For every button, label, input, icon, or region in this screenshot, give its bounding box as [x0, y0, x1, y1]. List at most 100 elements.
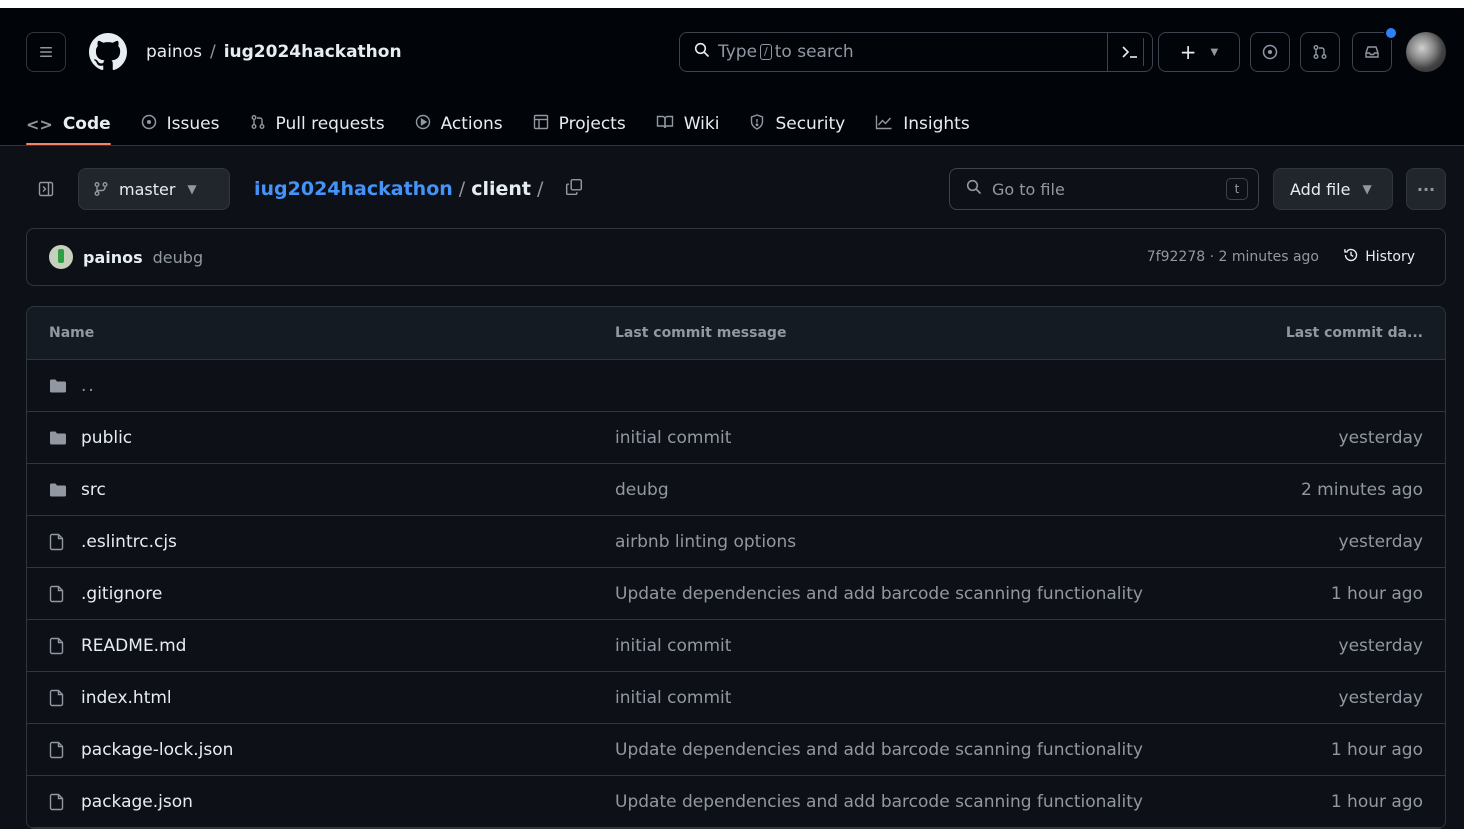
repo-breadcrumb: painos / iug2024hackathon	[146, 42, 402, 62]
table-row[interactable]: .gitignore Update dependencies and add ba…	[27, 568, 1445, 620]
commit-date: 2 minutes ago	[1300, 479, 1423, 500]
file-name-link[interactable]: .gitignore	[81, 584, 162, 604]
tab-wiki[interactable]: Wiki	[656, 104, 720, 144]
commit-author-avatar[interactable]	[49, 245, 73, 269]
issue-icon	[1262, 44, 1278, 60]
breadcrumb-repo-link[interactable]: iug2024hackathon	[254, 178, 453, 200]
table-row[interactable]: README.md initial commit yesterday	[27, 620, 1445, 672]
file-icon	[49, 672, 65, 723]
notification-dot	[1384, 26, 1398, 40]
commit-message-link[interactable]: initial commit	[615, 636, 731, 656]
add-file-label: Add file	[1290, 179, 1351, 199]
parent-directory-row[interactable]: ..	[27, 360, 1445, 412]
copy-path-icon[interactable]	[565, 178, 583, 201]
column-header-message: Last commit message	[615, 325, 787, 341]
breadcrumb-separator: /	[536, 178, 544, 200]
parent-directory-link[interactable]: ..	[81, 376, 96, 396]
commit-date: yesterday	[1338, 427, 1423, 448]
commit-meta[interactable]: 7f92278 · 2 minutes ago	[1147, 249, 1319, 265]
tab-code[interactable]: <> Code	[26, 104, 111, 145]
commit-author[interactable]: painos	[83, 248, 143, 267]
file-name-link[interactable]: README.md	[81, 636, 186, 656]
pull-requests-button[interactable]	[1300, 32, 1340, 72]
commit-message-link[interactable]: deubg	[615, 480, 669, 500]
table-row[interactable]: index.html initial commit yesterday	[27, 672, 1445, 724]
book-icon	[656, 114, 674, 134]
create-new-button[interactable]: + ▼	[1158, 32, 1240, 72]
file-path-bar: master ▼ iug2024hackathon / client / Go …	[26, 168, 1446, 210]
tab-security[interactable]: Security	[749, 104, 845, 144]
commit-message-link[interactable]: initial commit	[615, 428, 731, 448]
window-top-edge	[0, 0, 1464, 8]
play-icon	[415, 114, 431, 134]
header-divider	[1143, 38, 1144, 66]
go-to-file-input[interactable]: Go to file t	[949, 168, 1259, 210]
branch-selector[interactable]: master ▼	[78, 168, 230, 210]
chevron-down-icon: ▼	[1210, 46, 1219, 58]
commit-date: yesterday	[1338, 687, 1423, 708]
tab-issues[interactable]: Issues	[141, 104, 220, 144]
column-header-date: Last commit da...	[1285, 325, 1423, 341]
more-options-button[interactable]: ···	[1406, 168, 1446, 210]
branch-name: master	[119, 179, 176, 199]
search-shortcut-key: /	[760, 44, 772, 60]
table-row[interactable]: package-lock.json Update dependencies and…	[27, 724, 1445, 776]
pull-request-icon	[1313, 45, 1327, 59]
command-palette-button[interactable]	[1107, 33, 1152, 71]
sidebar-expand-icon	[38, 181, 54, 197]
history-button[interactable]: History	[1343, 247, 1415, 267]
folder-icon	[49, 360, 67, 411]
table-row[interactable]: .eslintrc.cjs airbnb linting options yeste…	[27, 516, 1445, 568]
repo-link[interactable]: iug2024hackathon	[224, 42, 402, 62]
folder-icon	[49, 464, 67, 515]
global-search-input[interactable]: Type / to search	[679, 32, 1153, 72]
issues-button[interactable]	[1250, 32, 1290, 72]
terminal-icon	[1122, 46, 1137, 58]
tab-pull-requests[interactable]: Pull requests	[250, 104, 385, 144]
commit-date: 1 hour ago	[1330, 739, 1423, 760]
commit-message-link[interactable]: initial commit	[615, 688, 731, 708]
chevron-down-icon: ▼	[187, 182, 197, 196]
tab-label: Issues	[166, 114, 220, 134]
tab-actions[interactable]: Actions	[415, 104, 503, 144]
plus-icon: +	[1179, 40, 1197, 64]
hamburger-icon	[40, 47, 52, 57]
tab-label: Wiki	[683, 114, 720, 134]
repo-nav: <> Code Issues Pull requests Actions Pro…	[26, 104, 1000, 145]
owner-link[interactable]: painos	[146, 42, 202, 62]
commit-message-link[interactable]: Update dependencies and add barcode scan…	[615, 792, 1143, 812]
file-name-link[interactable]: package.json	[81, 792, 193, 812]
tab-projects[interactable]: Projects	[533, 104, 626, 144]
add-file-button[interactable]: Add file ▼	[1273, 168, 1393, 210]
tab-insights[interactable]: Insights	[875, 104, 970, 144]
kebab-horizontal-icon: ···	[1416, 179, 1436, 199]
commit-message[interactable]: deubg	[153, 248, 203, 267]
tab-label: Actions	[440, 114, 503, 134]
file-name-link[interactable]: index.html	[81, 688, 172, 708]
column-header-name: Name	[49, 325, 95, 341]
commit-message-link[interactable]: Update dependencies and add barcode scan…	[615, 740, 1143, 760]
search-placeholder-post: to search	[774, 42, 854, 62]
user-avatar[interactable]	[1406, 32, 1446, 72]
file-name-link[interactable]: package-lock.json	[81, 740, 233, 760]
file-rows: public initial commit yesterday src deubg 2 m…	[27, 412, 1445, 828]
table-icon	[533, 114, 549, 134]
file-name-link[interactable]: src	[81, 480, 106, 500]
file-name-link[interactable]: .eslintrc.cjs	[81, 532, 177, 552]
github-logo-icon[interactable]	[88, 32, 128, 72]
tab-label: Code	[62, 114, 111, 134]
table-row[interactable]: package.json Update dependencies and add …	[27, 776, 1445, 828]
commit-message-link[interactable]: airbnb linting options	[615, 532, 796, 552]
file-name-link[interactable]: public	[81, 428, 132, 448]
file-icon	[49, 516, 65, 567]
table-row[interactable]: src deubg 2 minutes ago	[27, 464, 1445, 516]
menu-button[interactable]	[26, 32, 66, 72]
commit-message-link[interactable]: Update dependencies and add barcode scan…	[615, 584, 1143, 604]
history-label: History	[1365, 249, 1415, 265]
pull-request-icon	[250, 114, 266, 134]
expand-file-tree-button[interactable]	[26, 168, 66, 210]
table-row[interactable]: public initial commit yesterday	[27, 412, 1445, 464]
tab-label: Projects	[558, 114, 626, 134]
breadcrumb-separator: /	[209, 42, 216, 62]
search-icon	[966, 179, 982, 199]
